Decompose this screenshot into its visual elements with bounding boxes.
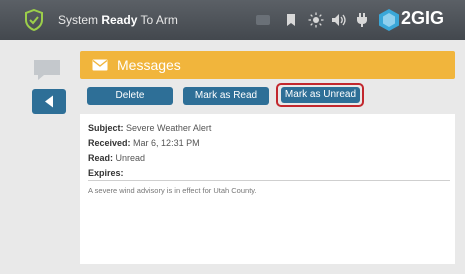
message-details-panel: Subject: Severe Weather Alert Received: …: [80, 114, 455, 264]
back-button[interactable]: [32, 89, 66, 114]
power-plug-icon[interactable]: [354, 12, 370, 28]
expires-row: Expires:: [88, 168, 124, 178]
divider: [88, 180, 450, 181]
chat-bubble-icon[interactable]: [32, 58, 62, 82]
back-arrow-icon: [45, 95, 53, 108]
subject-row: Subject: Severe Weather Alert: [88, 123, 211, 133]
status-suffix: To Arm: [137, 13, 178, 27]
bookmark-icon[interactable]: [283, 12, 299, 28]
page-title: Messages: [117, 57, 181, 73]
top-bar: System Ready To Arm 2GIG: [0, 0, 465, 40]
status-ready: Ready: [101, 13, 138, 27]
read-row: Read: Unread: [88, 153, 145, 163]
subject-value: Severe Weather Alert: [126, 123, 212, 133]
mail-icon: [92, 59, 108, 71]
mark-as-read-button[interactable]: Mark as Read: [183, 87, 269, 105]
signal-icon[interactable]: [255, 12, 271, 28]
brand-name: 2GIG: [401, 8, 445, 28]
read-label: Read:: [88, 153, 114, 163]
screen: System Ready To Arm 2GIG Messages Delete…: [0, 0, 465, 274]
received-value: Mar 6, 12:31 PM: [133, 138, 200, 148]
message-body: A severe wind advisory is in effect for …: [88, 186, 257, 195]
expires-label: Expires:: [88, 168, 124, 178]
received-label: Received:: [88, 138, 131, 148]
messages-header: Messages: [80, 51, 455, 79]
system-status: System Ready To Arm: [58, 13, 178, 27]
mark-as-unread-button[interactable]: Mark as Unread: [281, 87, 360, 103]
received-row: Received: Mar 6, 12:31 PM: [88, 138, 200, 148]
delete-button[interactable]: Delete: [87, 87, 173, 105]
subject-label: Subject:: [88, 123, 124, 133]
brightness-icon[interactable]: [308, 12, 324, 28]
status-prefix: System: [58, 13, 102, 27]
shield-check-icon[interactable]: [24, 9, 44, 31]
read-value: Unread: [115, 153, 146, 163]
brand-logo: 2GIG: [377, 5, 461, 35]
brand-logo-icon: [379, 9, 399, 31]
volume-icon[interactable]: [331, 12, 347, 28]
